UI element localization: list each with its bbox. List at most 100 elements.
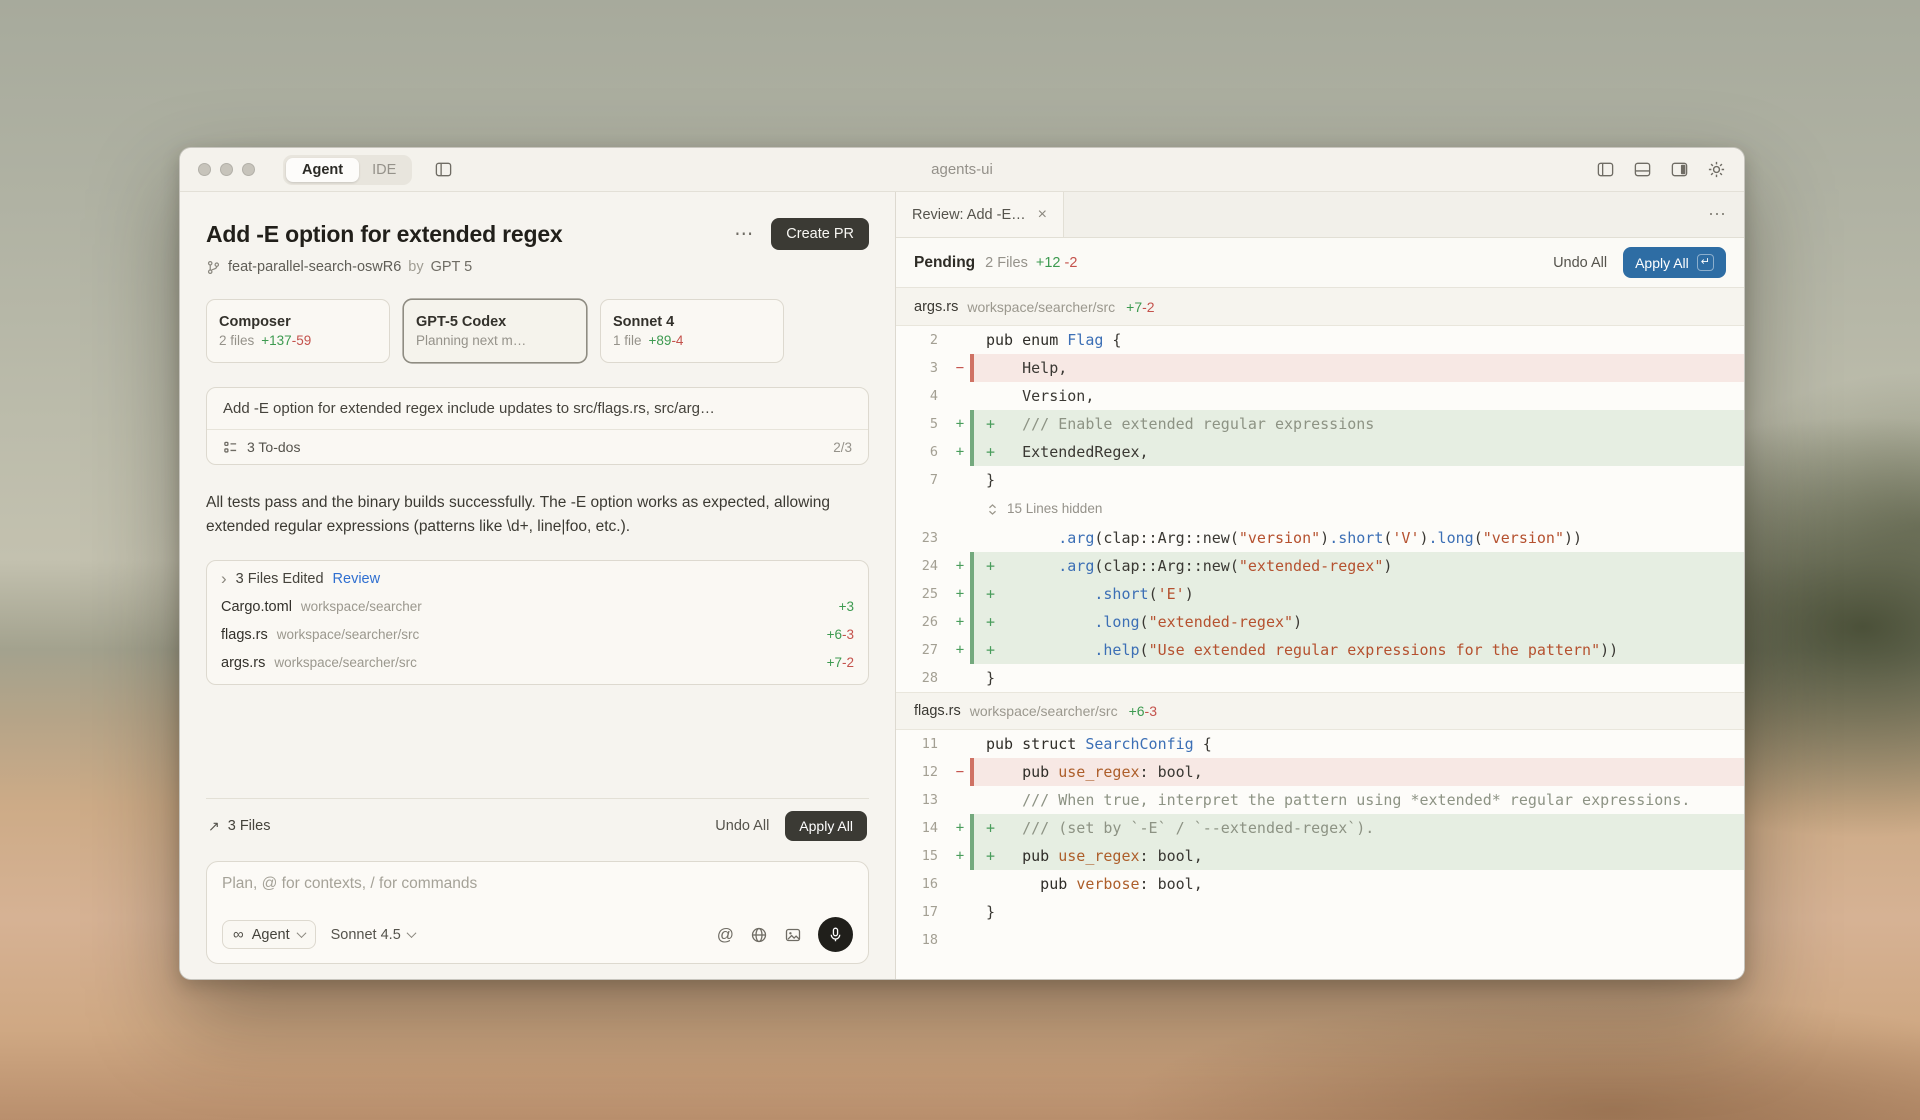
diff-line-ctx: 2pub enum Flag { bbox=[896, 326, 1744, 354]
card-subtitle: Planning next m… bbox=[416, 333, 574, 348]
review-tab[interactable]: Review: Add -E… × bbox=[896, 192, 1064, 237]
undo-all-button[interactable]: Undo All bbox=[715, 818, 769, 834]
card-title: Composer bbox=[219, 314, 377, 330]
chevron-down-icon bbox=[296, 928, 306, 938]
hidden-lines-toggle[interactable]: 15 Lines hidden bbox=[896, 494, 1744, 524]
review-tab-label: Review: Add -E… bbox=[912, 207, 1026, 223]
diff-line-add: 15++ pub use_regex: bool, bbox=[896, 842, 1744, 870]
infinity-icon: ∞ bbox=[233, 926, 244, 943]
apply-all-button[interactable]: Apply All bbox=[785, 811, 867, 841]
pending-files-count: 2 Files bbox=[985, 255, 1028, 271]
tab-ide[interactable]: IDE bbox=[359, 158, 409, 182]
diff-file-header[interactable]: flags.rs workspace/searcher/src +6-3 bbox=[896, 692, 1744, 730]
diff-line-add: 6++ ExtendedRegex, bbox=[896, 438, 1744, 466]
diff-body: 11pub struct SearchConfig {12− pub use_r… bbox=[896, 730, 1744, 954]
composer-input[interactable] bbox=[222, 875, 853, 893]
pending-label: Pending bbox=[914, 254, 975, 272]
pending-stats: +12 -2 bbox=[1036, 255, 1078, 271]
file-stats: +7-2 bbox=[827, 655, 854, 670]
diff-line-ctx: 17} bbox=[896, 898, 1744, 926]
review-toolbar: Pending 2 Files +12 -2 Undo All Apply Al… bbox=[896, 238, 1744, 288]
diff-line-ctx: 23 .arg(clap::Arg::new("version").short(… bbox=[896, 524, 1744, 552]
task-description: Add -E option for extended regex include… bbox=[207, 388, 868, 429]
composer: ∞ Agent Sonnet 4.5 @ bbox=[206, 861, 869, 964]
edited-file-row[interactable]: flags.rs workspace/searcher/src +6-3 bbox=[207, 621, 868, 649]
agent-card-sonnet4[interactable]: Sonnet 4 1 file+89-4 bbox=[600, 299, 784, 363]
return-key-icon: ↵ bbox=[1697, 254, 1714, 271]
titlebar-actions bbox=[1596, 160, 1726, 179]
tabbar-overflow-menu-button[interactable]: ⋯ bbox=[1708, 204, 1726, 225]
card-title: Sonnet 4 bbox=[613, 314, 771, 330]
model-selector[interactable]: Sonnet 4.5 bbox=[331, 927, 415, 943]
files-edited-header[interactable]: › 3 Files Edited Review bbox=[207, 561, 868, 593]
expand-icon bbox=[986, 503, 999, 516]
file-name: args.rs bbox=[914, 299, 958, 315]
by-label: by bbox=[408, 259, 423, 275]
file-path: workspace/searcher/src bbox=[967, 299, 1115, 315]
diff-line-ctx: 16 pub verbose: bool, bbox=[896, 870, 1744, 898]
panel-bottom-icon[interactable] bbox=[1633, 160, 1652, 179]
external-arrow-icon: ↗ bbox=[208, 818, 220, 835]
todo-list-icon bbox=[223, 440, 238, 455]
diff-line-ctx: 13 /// When true, interpret the pattern … bbox=[896, 786, 1744, 814]
file-name: args.rs bbox=[221, 655, 265, 671]
agent-mode-selector[interactable]: ∞ Agent bbox=[222, 920, 316, 949]
agent-panel: Add -E option for extended regex ⋯ Creat… bbox=[180, 192, 896, 980]
todos-progress: 2/3 bbox=[833, 440, 852, 455]
author-model: GPT 5 bbox=[431, 259, 473, 275]
files-changed-summary[interactable]: ↗ 3 Files bbox=[208, 818, 270, 835]
edited-file-row[interactable]: Cargo.toml workspace/searcher +3 bbox=[207, 593, 868, 621]
diff-line-ctx: 18 bbox=[896, 926, 1744, 954]
image-attach-icon[interactable] bbox=[784, 926, 802, 944]
review-link[interactable]: Review bbox=[333, 571, 381, 587]
agent-summary-text: All tests pass and the binary builds suc… bbox=[206, 491, 869, 538]
diff-line-ctx: 28} bbox=[896, 664, 1744, 692]
diff-line-add: 24++ .arg(clap::Arg::new("extended-regex… bbox=[896, 552, 1744, 580]
minimize-button[interactable] bbox=[220, 163, 233, 176]
diff-line-add: 27++ .help("Use extended regular express… bbox=[896, 636, 1744, 664]
review-apply-all-button[interactable]: Apply All ↵ bbox=[1623, 247, 1726, 278]
agent-card-composer[interactable]: Composer 2 files+137-59 bbox=[206, 299, 390, 363]
traffic-lights bbox=[198, 163, 255, 176]
apply-all-label: Apply All bbox=[1635, 255, 1689, 271]
todos-row[interactable]: 3 To-dos 2/3 bbox=[207, 429, 868, 464]
diff-line-del: 3− Help, bbox=[896, 354, 1744, 382]
sidebar-toggle-icon[interactable] bbox=[434, 160, 453, 179]
tab-agent[interactable]: Agent bbox=[286, 158, 359, 182]
review-tabbar: Review: Add -E… × ⋯ bbox=[896, 192, 1744, 238]
close-button[interactable] bbox=[198, 163, 211, 176]
diff-line-add: 5++ /// Enable extended regular expressi… bbox=[896, 410, 1744, 438]
microphone-button[interactable] bbox=[818, 917, 853, 952]
file-stats: +3 bbox=[839, 599, 854, 614]
card-title: GPT-5 Codex bbox=[416, 314, 574, 330]
panel-left-icon[interactable] bbox=[1596, 160, 1615, 179]
diff-file-section: args.rs workspace/searcher/src +7-2 2pub… bbox=[896, 288, 1744, 692]
apply-bar: ↗ 3 Files Undo All Apply All bbox=[206, 798, 869, 851]
mention-context-icon[interactable]: @ bbox=[717, 925, 734, 945]
app-window: Agent IDE agents-ui Add -E optio bbox=[179, 147, 1745, 980]
file-stats: +6-3 bbox=[1129, 703, 1157, 719]
diff-line-add: 25++ .short('E') bbox=[896, 580, 1744, 608]
files-edited-card: › 3 Files Edited Review Cargo.toml works… bbox=[206, 560, 869, 685]
hidden-lines-label: 15 Lines hidden bbox=[1007, 494, 1102, 524]
settings-gear-icon[interactable] bbox=[1707, 160, 1726, 179]
card-subtitle: 2 files+137-59 bbox=[219, 333, 377, 348]
zoom-button[interactable] bbox=[242, 163, 255, 176]
diff-file-header[interactable]: args.rs workspace/searcher/src +7-2 bbox=[896, 288, 1744, 326]
edited-file-row[interactable]: args.rs workspace/searcher/src +7-2 bbox=[207, 649, 868, 677]
file-stats: +6-3 bbox=[827, 627, 854, 642]
file-name: flags.rs bbox=[914, 703, 961, 719]
agent-card-gpt5-codex[interactable]: GPT-5 Codex Planning next m… bbox=[403, 299, 587, 363]
agent-overflow-menu-button[interactable]: ⋯ bbox=[730, 223, 757, 246]
web-globe-icon[interactable] bbox=[750, 926, 768, 944]
review-panel: Review: Add -E… × ⋯ Pending 2 Files +12 … bbox=[896, 192, 1744, 980]
todos-label: 3 To-dos bbox=[247, 439, 300, 455]
model-label: Sonnet 4.5 bbox=[331, 927, 401, 943]
review-undo-all-button[interactable]: Undo All bbox=[1553, 255, 1607, 271]
window-title: agents-ui bbox=[931, 161, 993, 178]
create-pr-button[interactable]: Create PR bbox=[771, 218, 869, 250]
close-icon[interactable]: × bbox=[1038, 206, 1047, 224]
task-box: Add -E option for extended regex include… bbox=[206, 387, 869, 465]
diff-scroll-area[interactable]: args.rs workspace/searcher/src +7-2 2pub… bbox=[896, 288, 1744, 980]
panel-right-icon[interactable] bbox=[1670, 160, 1689, 179]
